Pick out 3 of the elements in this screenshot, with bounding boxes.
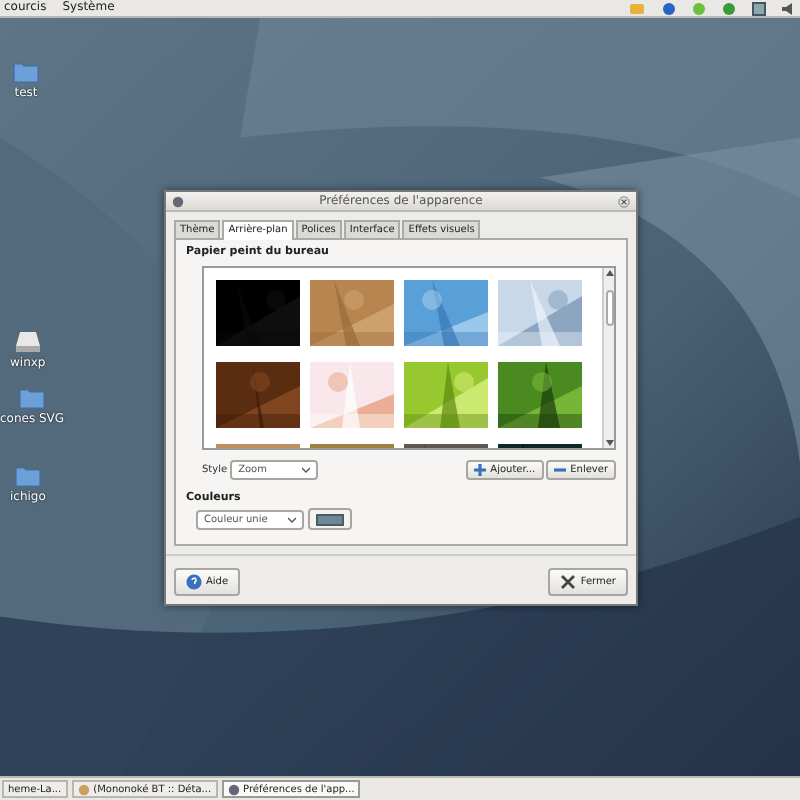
app-icon xyxy=(77,783,90,795)
app-icon xyxy=(227,783,240,795)
network-icon[interactable] xyxy=(752,1,766,15)
